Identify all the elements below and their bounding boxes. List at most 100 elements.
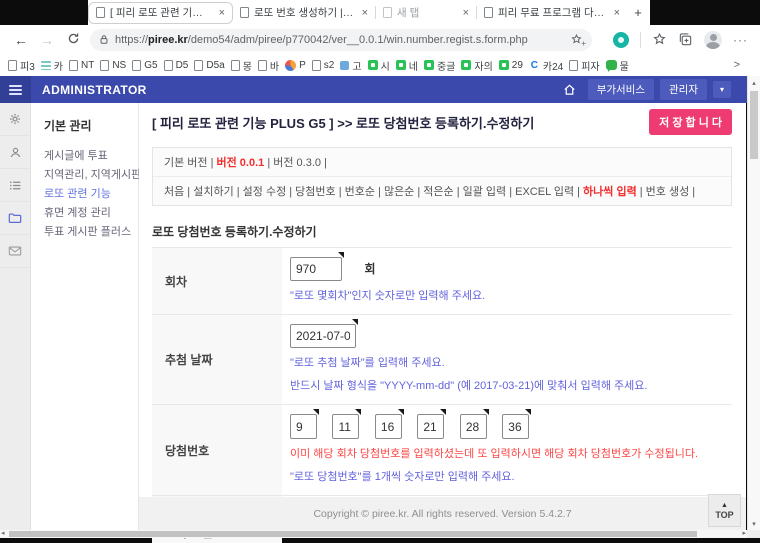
page-favicon-icon [484, 7, 493, 18]
vertical-scrollbar[interactable]: ▴ ▾ [747, 76, 760, 530]
favorites-icon[interactable] [652, 32, 667, 47]
manager-dropdown-caret[interactable]: ▾ [712, 81, 731, 98]
tab-close-icon[interactable]: × [612, 7, 620, 19]
scroll-right-arrow[interactable]: ▸ [742, 530, 746, 538]
back-button[interactable]: ← [8, 32, 34, 48]
bookmark-item[interactable]: 피3 [8, 58, 35, 73]
page-favicon-icon [383, 7, 392, 18]
form-row-date: 추첨 날짜 "로또 추첨 날짜"를 입력해 주세요. 반드시 날짜 형식을 "Y… [152, 315, 732, 405]
bookmark-item[interactable]: NS [100, 59, 126, 71]
sidebar-item-post-vote[interactable]: 게시글에 투표 [44, 147, 138, 166]
horizontal-scrollbar[interactable]: ◂ ▸ [0, 530, 747, 538]
tab-close-icon[interactable]: × [360, 7, 368, 19]
tab-active[interactable]: [ 피리 로또 관련 기능 PLUS G5 ] × [88, 1, 233, 24]
page-favicon-icon [96, 7, 105, 18]
browser-menu-icon[interactable]: ··· [733, 33, 748, 47]
page-footer: Copyright © piree.kr. All rights reserve… [139, 497, 746, 530]
bookmark-item[interactable]: 바 [257, 58, 279, 73]
nav-link-active[interactable]: 하나씩 입력 [583, 186, 637, 198]
scroll-up-arrow[interactable]: ▴ [748, 79, 760, 87]
bookmark-item[interactable]: 몽 [230, 58, 252, 73]
bookmarks-overflow-chevron[interactable]: > [734, 59, 740, 71]
module-nav-row: 처음 | 설치하기 | 설정 수정 | 당첨번호 | 번호순 | 많은순 | 적… [153, 177, 731, 205]
winning-number-input-5[interactable] [459, 414, 487, 439]
bookmark-item[interactable]: 카 [40, 58, 63, 73]
admin-brand: ADMINISTRATOR [42, 82, 147, 97]
bookmark-item[interactable]: D5a [194, 59, 225, 71]
tab-2[interactable]: 로또 번호 생성하기 | 피리 그누보 × [233, 0, 375, 25]
copyright-text: Copyright © piree.kr. All rights reserve… [313, 507, 572, 520]
save-button[interactable]: 저 장 합 니 다 [649, 109, 732, 135]
scroll-to-top-button[interactable]: ▲ TOP [708, 494, 741, 527]
bookmark-item[interactable]: G5 [132, 59, 158, 71]
bookmark-item[interactable]: 자의 [461, 58, 493, 73]
bookmark-item[interactable]: 시 [367, 58, 390, 73]
date-help-text-2: 반드시 날짜 형식을 "YYYY-mm-dd" (예 2017-03-21)에 … [290, 380, 648, 392]
round-help-text: "로또 몇회차"인지 숫자로만 입력해 주세요. [290, 290, 486, 302]
nav-links[interactable]: | 번호 생성 | [640, 186, 695, 198]
add-favorite-star-icon[interactable]: + [570, 33, 586, 48]
version-current: 버전 0.0.1 [216, 157, 265, 169]
tab-4[interactable]: 피리 무료 프로그램 다운로드 글 × [477, 0, 627, 25]
winning-number-input-4[interactable] [417, 414, 445, 439]
scroll-left-arrow[interactable]: ◂ [1, 530, 5, 538]
tab-close-icon[interactable]: × [461, 7, 469, 19]
extension-icon[interactable] [613, 31, 629, 48]
winning-number-input-2[interactable] [332, 414, 360, 439]
rail-plugins-button-active[interactable] [0, 202, 30, 235]
forward-button[interactable]: → [34, 32, 60, 48]
sidebar-toggle-button[interactable] [0, 76, 31, 103]
rail-boards-button[interactable] [0, 169, 30, 202]
main-content: [ 피리 로또 관련 기능 PLUS G5 ] >> 로또 당첨번호 등록하기.… [139, 103, 746, 543]
sidebar-item-lotto-active[interactable]: 로또 관련 기능 [44, 185, 138, 204]
bookmark-item[interactable]: 고 [340, 58, 362, 73]
favicon-icon [498, 60, 509, 70]
draw-date-input[interactable] [290, 324, 356, 348]
bookmark-item[interactable]: s2 [311, 59, 334, 71]
bookmarks-bar: 피3 카 NT NS G5 D5 D5a 몽 바 P s2 고 시 네 중글 자… [0, 54, 760, 76]
favicon-icon [529, 60, 540, 71]
sidebar-item-vote-board-plus[interactable]: 투표 게시판 플러스 [44, 223, 138, 242]
collections-icon[interactable] [678, 32, 693, 47]
bookmark-item[interactable]: P [285, 59, 306, 71]
new-tab-button[interactable]: + [627, 5, 649, 20]
winning-number-input-3[interactable] [374, 414, 402, 439]
favicon-icon [367, 60, 378, 70]
rail-mail-button[interactable] [0, 235, 30, 268]
sidebar-item-region-board[interactable]: 지역관리, 지역게시판 [44, 166, 141, 185]
scroll-down-arrow[interactable]: ▾ [748, 520, 760, 528]
bookmark-item[interactable]: 물 [605, 58, 629, 73]
bookmark-item[interactable]: NT [68, 59, 94, 71]
sidebar-section-title: 기본 관리 [44, 119, 92, 133]
tab-close-icon[interactable]: × [217, 7, 225, 19]
vertical-scrollbar-thumb[interactable] [750, 91, 758, 159]
sidebar-item-dormant-account[interactable]: 휴면 계정 관리 [44, 204, 138, 223]
date-label: 추첨 날짜 [152, 315, 282, 404]
winning-number-input-1[interactable] [290, 414, 317, 439]
bookmark-item[interactable]: D5 [163, 59, 188, 71]
refresh-button[interactable] [60, 32, 86, 48]
rail-users-button[interactable] [0, 136, 30, 169]
bookmark-item[interactable]: 29 [498, 60, 523, 71]
horizontal-scrollbar-thumb[interactable] [9, 531, 697, 537]
chat-favicon-icon [605, 60, 617, 72]
bookmark-item[interactable]: 네 [395, 58, 418, 73]
tab-3[interactable]: 새 탭 × [376, 0, 476, 25]
bookmark-item[interactable]: 피자 [569, 58, 600, 73]
profile-avatar[interactable] [704, 30, 722, 49]
version-box: 기본 버전 | 버전 0.0.1 | 버전 0.3.0 | 처음 | 설치하기 … [152, 147, 732, 206]
bookmark-item[interactable]: 카24 [529, 58, 563, 73]
winning-number-input-6[interactable] [502, 414, 530, 439]
tab-title: 피리 무료 프로그램 다운로드 글 [498, 7, 607, 19]
extra-service-button[interactable]: 부가서비스 [587, 79, 654, 100]
rail-settings-button[interactable] [0, 103, 30, 136]
scrollbar-corner [747, 530, 760, 538]
round-input[interactable] [290, 257, 342, 281]
manager-button[interactable]: 관리자 [660, 79, 707, 100]
form-row-numbers: 당첨번호 이미 해당 회차 당첨번호를 입력하셨는데 또 입력하시면 해당 회차… [152, 405, 732, 496]
nav-links[interactable]: 처음 | 설치하기 | 설정 수정 | 당첨번호 | 번호순 | 많은순 | 적… [164, 186, 580, 198]
address-bar[interactable]: https://piree.kr/demo54/adm/piree/p77004… [90, 28, 592, 51]
home-icon[interactable] [563, 83, 576, 96]
bookmark-item[interactable]: 중글 [423, 58, 455, 73]
page-favicon-icon [194, 59, 204, 71]
